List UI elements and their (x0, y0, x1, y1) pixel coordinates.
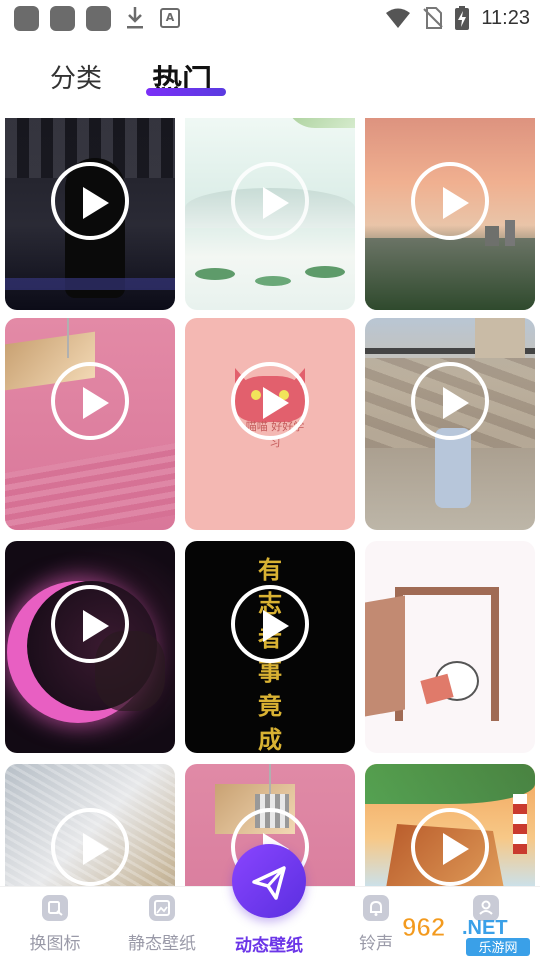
svg-text:962: 962 (402, 912, 445, 942)
nav-change-icon[interactable]: 换图标 (20, 887, 90, 960)
clock: 11:23 (481, 6, 530, 29)
video-card-sailing-ship[interactable] (365, 764, 535, 886)
app-notification-icon (50, 6, 75, 31)
no-sim-icon (423, 7, 444, 29)
live-wallpaper-fab[interactable] (232, 844, 306, 918)
static-wallpaper-icon (149, 895, 175, 921)
video-card-crescent-moon[interactable] (5, 541, 175, 753)
video-card-door-cartoon[interactable] (365, 541, 535, 753)
nav-label: 静态壁纸 (128, 934, 196, 954)
status-bar: A 11:23 (0, 0, 540, 36)
video-card-pink-cat[interactable]: 喵喵 好好学习 (185, 318, 355, 530)
play-icon[interactable] (411, 162, 489, 240)
wifi-icon (386, 8, 411, 28)
video-card-fur[interactable] (5, 764, 175, 886)
video-wallpaper-grid: 喵喵 好好学习 有志者事竟成 (0, 118, 540, 886)
play-icon[interactable] (411, 362, 489, 440)
play-icon[interactable] (51, 362, 129, 440)
play-icon[interactable] (231, 585, 309, 663)
bell-icon (363, 895, 389, 921)
app-notification-icon (86, 6, 111, 31)
play-icon[interactable] (51, 585, 129, 663)
play-icon[interactable] (51, 162, 129, 240)
nav-label: 换图标 (29, 934, 81, 954)
app-notification-icon (14, 6, 39, 31)
video-card-dancer[interactable] (5, 118, 175, 310)
play-icon[interactable] (411, 808, 489, 886)
svg-text:乐游网: 乐游网 (478, 941, 517, 956)
video-card-street-dance[interactable] (365, 318, 535, 530)
download-icon (127, 7, 143, 29)
play-icon[interactable] (51, 808, 129, 886)
video-card-lotus-landscape[interactable] (185, 118, 355, 310)
nav-static-wallpaper[interactable]: 静态壁纸 (120, 887, 204, 960)
nav-label-active: 动态壁纸 (235, 936, 303, 956)
video-card-calligraphy[interactable]: 有志者事竟成 (185, 541, 355, 753)
battery-charging-icon (455, 6, 470, 30)
change-icon-icon (42, 895, 68, 921)
a-icon: A (160, 8, 180, 28)
play-icon[interactable] (231, 362, 309, 440)
play-icon[interactable] (231, 162, 309, 240)
tab-classify[interactable]: 分类 (50, 58, 102, 95)
video-card-sunset-city[interactable] (365, 118, 535, 310)
nav-label: 铃声 (359, 934, 393, 954)
nav-ringtone[interactable]: 铃声 (356, 887, 396, 960)
site-watermark-logo: 962 .NET 乐游网 (402, 912, 530, 956)
paper-plane-icon (252, 866, 286, 900)
video-card-pink-cube[interactable] (5, 318, 175, 530)
category-tabs: 分类 热门 (0, 48, 540, 108)
active-tab-indicator (146, 88, 226, 96)
svg-text:.NET: .NET (462, 917, 508, 939)
